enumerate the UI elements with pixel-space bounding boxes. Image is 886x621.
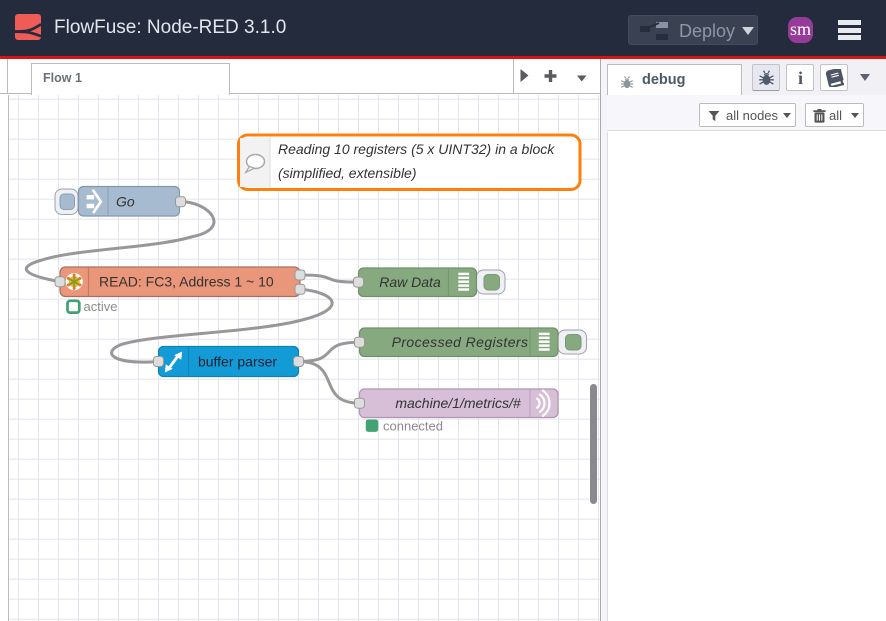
svg-text:Raw Data: Raw Data: [379, 274, 441, 290]
svg-text:(simplified, extensible): (simplified, extensible): [278, 165, 417, 181]
svg-text:READ: FC3, Address 1 ~ 10: READ: FC3, Address 1 ~ 10: [99, 274, 274, 290]
svg-text:buffer parser: buffer parser: [198, 354, 277, 370]
svg-text:Go: Go: [116, 194, 135, 210]
svg-text:connected: connected: [383, 419, 443, 434]
svg-text:Reading 10 registers (5 x UINT: Reading 10 registers (5 x UINT32) in a b…: [278, 141, 555, 157]
svg-text:machine/1/metrics/#: machine/1/metrics/#: [395, 395, 520, 411]
svg-text:active: active: [84, 299, 118, 314]
svg-text:Processed Registers: Processed Registers: [392, 334, 529, 350]
